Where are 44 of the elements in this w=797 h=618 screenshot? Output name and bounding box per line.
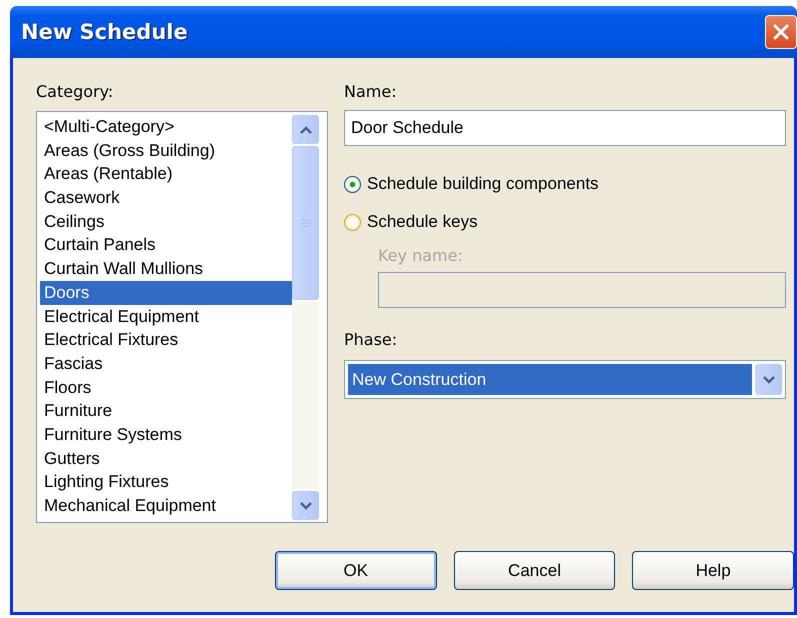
radio-button[interactable] — [344, 176, 361, 192]
list-item[interactable]: Gutters — [40, 446, 292, 470]
dialog-button[interactable]: Cancel — [454, 551, 616, 590]
list-item[interactable]: Electrical Equipment — [40, 304, 292, 328]
caret-down-icon — [762, 376, 774, 384]
list-item[interactable]: Fascias — [40, 352, 292, 376]
phase-label: Phase: — [344, 330, 398, 350]
window-title: New Schedule — [21, 20, 188, 44]
scroll-up-button[interactable] — [292, 115, 319, 144]
radio-option[interactable]: Schedule keys — [344, 212, 478, 232]
list-item[interactable]: Lighting Fixtures — [40, 470, 292, 494]
caret-down-icon — [300, 502, 312, 510]
dialog-button[interactable]: Help — [632, 551, 794, 590]
list-item[interactable]: Furniture Systems — [40, 422, 292, 447]
dropdown-button[interactable] — [755, 364, 782, 395]
scrollbar[interactable] — [292, 115, 319, 520]
grip-icon — [300, 219, 310, 227]
list-item[interactable]: Ceilings — [40, 210, 292, 234]
list-item[interactable]: Curtain Wall Mullions — [40, 257, 292, 281]
list-item[interactable]: <Multi-Category> — [40, 115, 292, 139]
radio-button[interactable] — [344, 214, 361, 230]
list-item[interactable]: Curtain Panels — [40, 233, 292, 258]
phase-value: New Construction — [348, 364, 752, 395]
list-item[interactable]: Doors — [40, 280, 292, 304]
dialog-button[interactable]: OK — [275, 551, 437, 590]
scroll-thumb[interactable] — [292, 146, 319, 300]
list-item[interactable]: Floors — [40, 376, 292, 400]
list-item[interactable]: Furniture — [40, 399, 292, 423]
caret-up-icon — [300, 126, 312, 134]
list-item[interactable]: Areas (Rentable) — [40, 162, 292, 186]
phase-dropdown[interactable]: New Construction — [344, 360, 786, 399]
list-item[interactable]: Electrical Fixtures — [40, 328, 292, 352]
key-name-label: Key name: — [378, 246, 463, 266]
scroll-down-button[interactable] — [292, 491, 319, 520]
name-field[interactable]: Door Schedule — [344, 110, 786, 146]
radio-option[interactable]: Schedule building components — [344, 174, 599, 194]
close-button[interactable] — [765, 15, 797, 49]
name-label: Name: — [344, 82, 397, 102]
category-list[interactable] — [36, 111, 328, 523]
list-item[interactable]: Mechanical Equipment — [40, 494, 292, 518]
category-label: Category: — [36, 82, 114, 102]
list-item[interactable]: Casework — [40, 186, 292, 210]
list-item[interactable]: Areas (Gross Building) — [40, 138, 292, 162]
close-icon — [771, 22, 791, 42]
